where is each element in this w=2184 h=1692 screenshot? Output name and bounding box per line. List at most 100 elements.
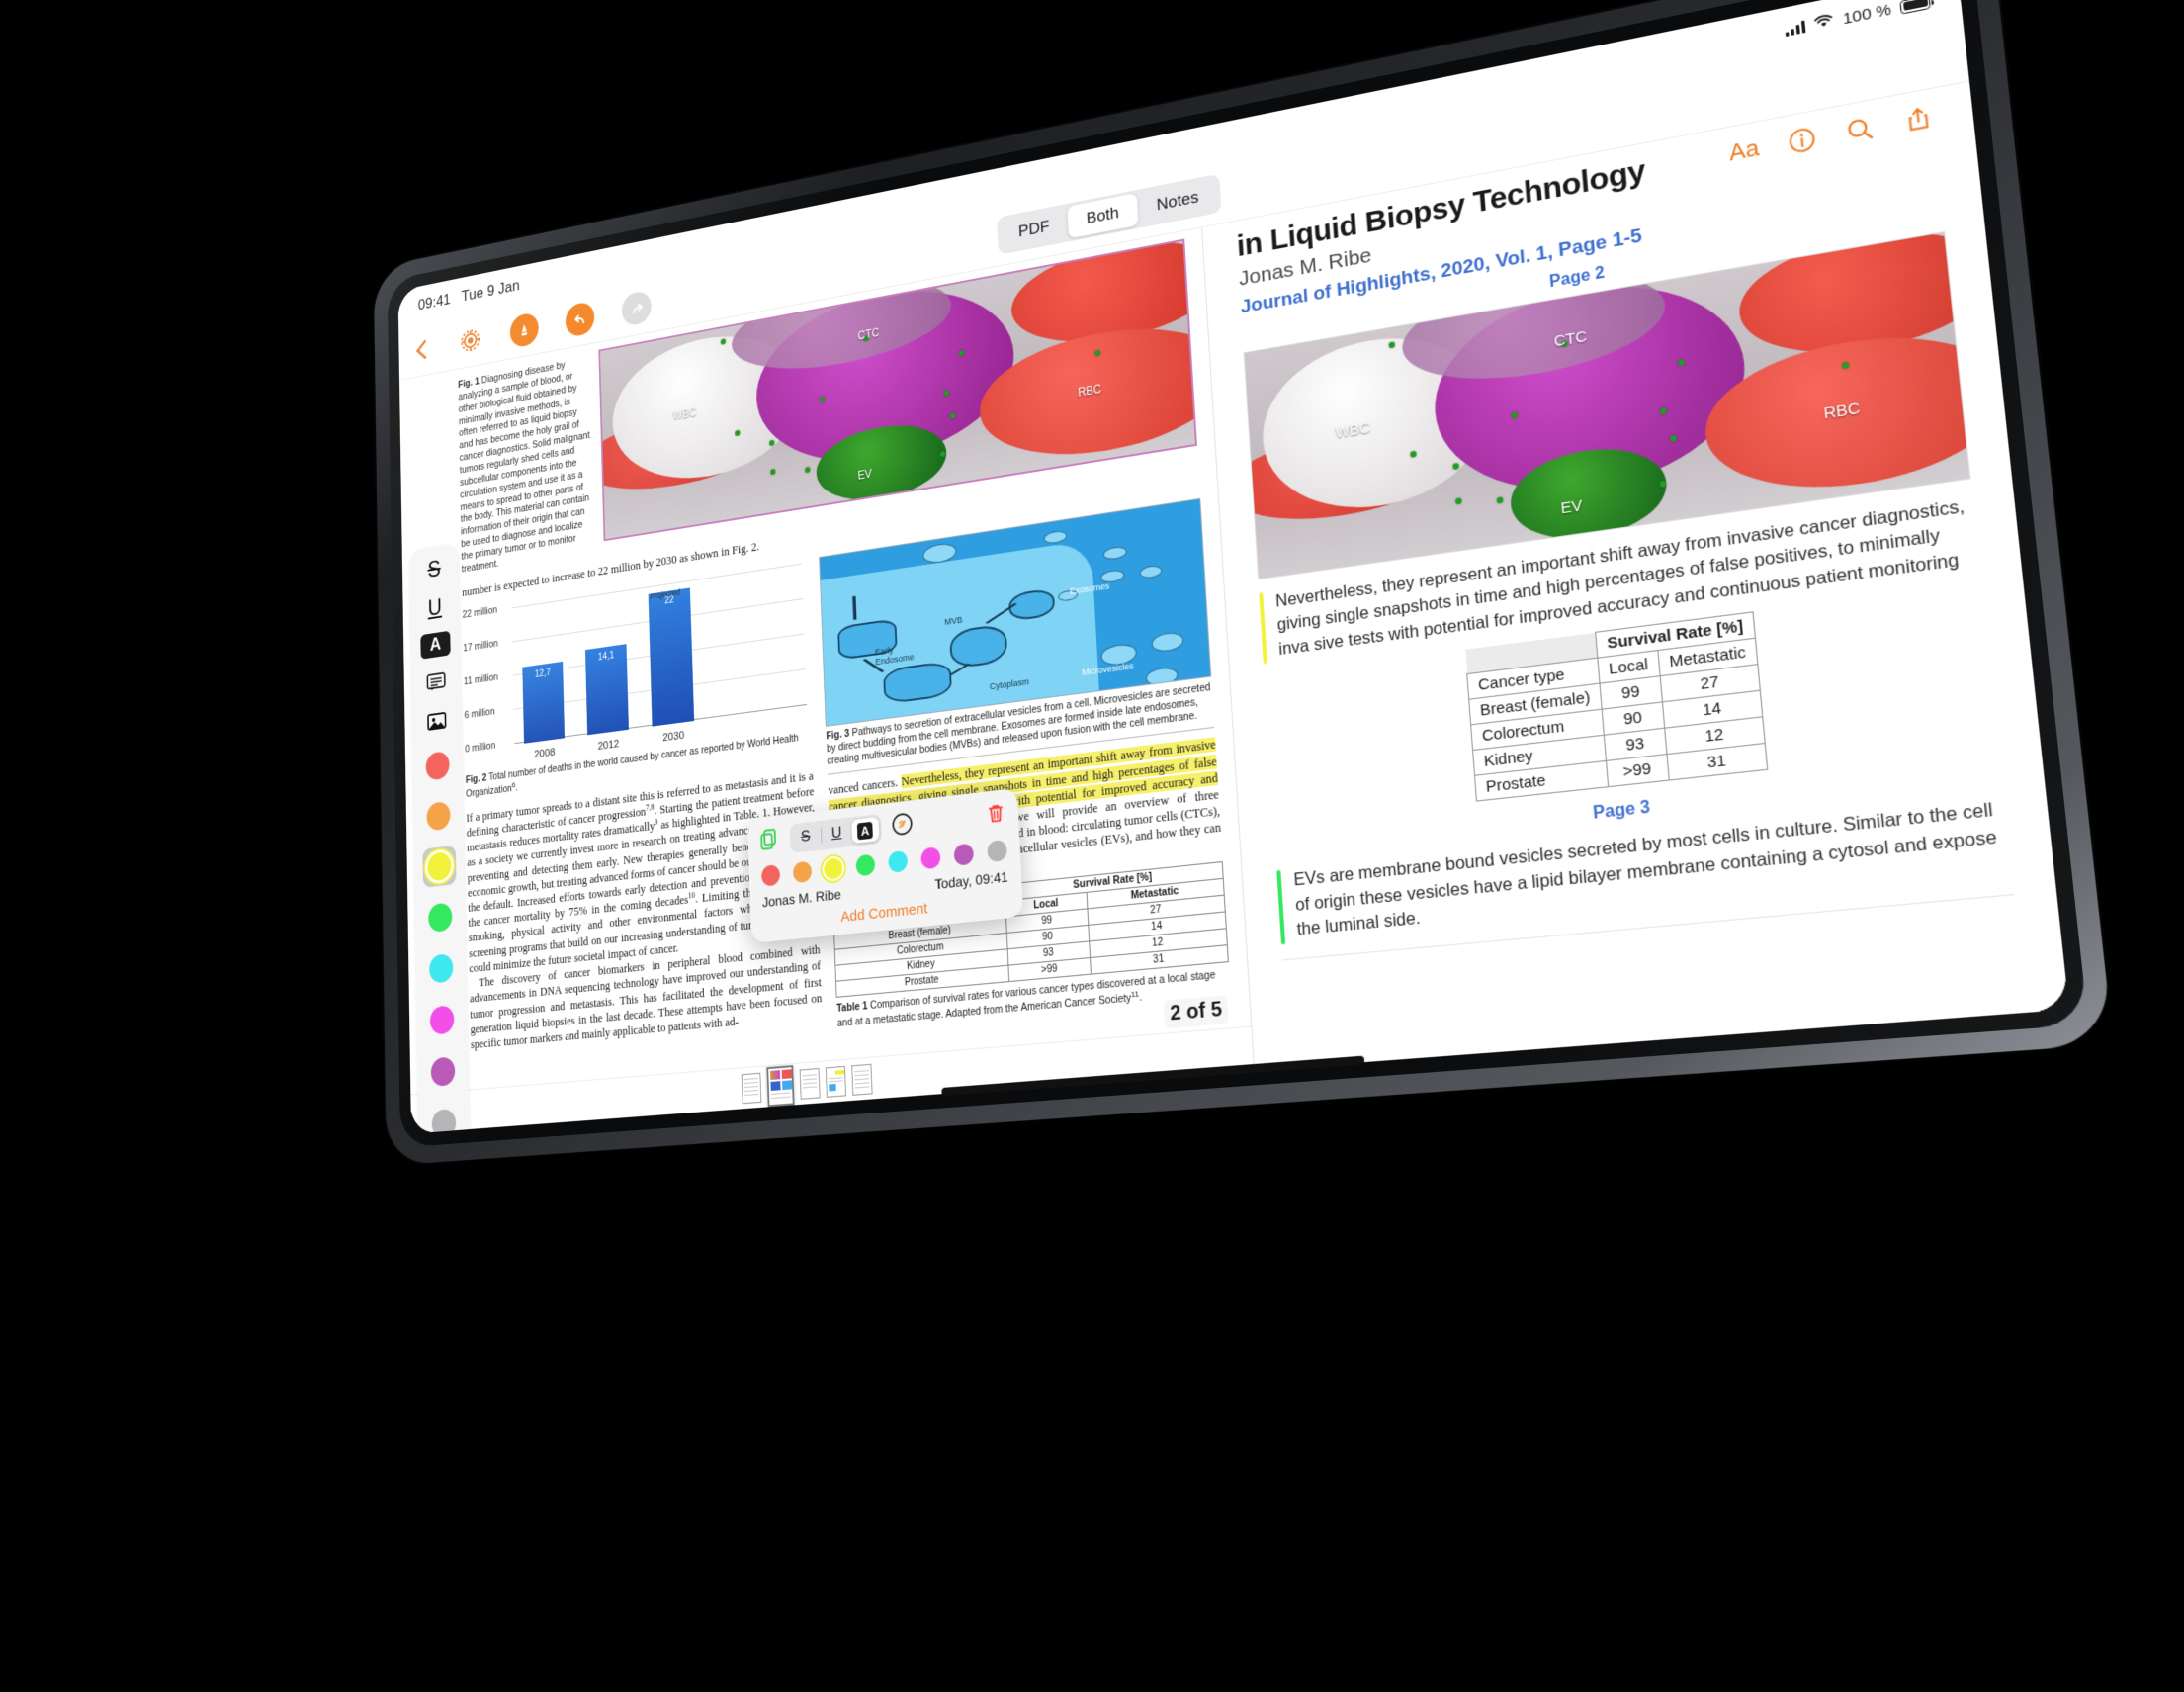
highlight-color-bar-yellow bbox=[1259, 591, 1268, 665]
popup-underline-button[interactable]: U bbox=[823, 821, 850, 847]
battery-percent: 100 % bbox=[1841, 0, 1892, 28]
chart-bar-2012: 14,1 bbox=[584, 643, 629, 735]
popup-color-gray[interactable] bbox=[986, 839, 1007, 862]
notes-highlight-yellow[interactable]: Nevertheless, they represent an importan… bbox=[1259, 493, 1981, 665]
color-swatch-magenta[interactable] bbox=[425, 999, 460, 1041]
popup-strikethrough-button[interactable]: S bbox=[792, 824, 820, 850]
figure-2-label: Fig. 2 bbox=[465, 772, 487, 786]
notes-table-group-header: Survival Rate [%] bbox=[1595, 612, 1756, 659]
page-thumbnail-4[interactable] bbox=[825, 1065, 847, 1098]
undo-icon bbox=[571, 308, 589, 329]
notes-table-row: Breast (female) 99 27 bbox=[1468, 664, 1761, 726]
redo-icon bbox=[628, 297, 646, 318]
comment-tool[interactable] bbox=[420, 667, 452, 698]
page-thumbnail-1[interactable] bbox=[741, 1072, 762, 1104]
chart-bar-value-2008: 12,7 bbox=[534, 667, 551, 680]
image-label-ev: EV bbox=[857, 466, 873, 483]
pdf-page[interactable]: Fig. 1 Diagnosing disease by analyzing a… bbox=[399, 227, 1252, 1094]
chart-ytick-0: 0 million bbox=[465, 739, 496, 756]
chart-bar-value-2012: 14,1 bbox=[597, 650, 615, 663]
popup-timestamp: Today, 09:41 bbox=[934, 867, 1008, 892]
settings-button[interactable] bbox=[457, 322, 483, 357]
popup-color-green[interactable] bbox=[855, 853, 876, 877]
pdf-table-group-header: Survival Rate [%] bbox=[1005, 861, 1224, 901]
color-swatch-cyan[interactable] bbox=[424, 947, 458, 990]
highlight-color-bar-green bbox=[1276, 870, 1286, 944]
notes-highlight-green[interactable]: EVs are membrane bound vesicles secreted… bbox=[1276, 797, 2013, 944]
notes-image-label-ev: EV bbox=[1559, 496, 1583, 518]
document-journal: Journal of Highlights, 2020, Vol. 1, Pag… bbox=[1240, 224, 1643, 318]
figure-1-caption-text: Diagnosing disease by analyzing a sample… bbox=[458, 359, 590, 576]
text-size-icon[interactable]: Aa bbox=[1728, 134, 1761, 167]
redo-button[interactable] bbox=[621, 289, 653, 327]
highlighter-button[interactable] bbox=[509, 311, 540, 349]
highlight-tool[interactable]: A bbox=[420, 630, 451, 660]
page-thumbnail-2[interactable] bbox=[766, 1064, 795, 1107]
popup-highlight-button[interactable]: A bbox=[850, 817, 880, 845]
notes-image-label-ctc: CTC bbox=[1553, 326, 1588, 351]
undo-button[interactable] bbox=[565, 300, 595, 338]
home-indicator[interactable] bbox=[941, 1055, 1365, 1097]
share-icon[interactable] bbox=[1902, 102, 1934, 134]
page-thumbnail-3[interactable] bbox=[799, 1067, 821, 1100]
notes-table-row: Prostate >99 31 bbox=[1474, 743, 1768, 802]
chevron-left-icon bbox=[416, 339, 434, 359]
device-bezel: 09:41 Tue 9 Jan 100 % PDF Both Notes S U… bbox=[387, 0, 2089, 1148]
chart-ytick-3: 17 million bbox=[463, 637, 498, 654]
notes-pane: in Liquid Biopsy Technology Jonas M. Rib… bbox=[1202, 81, 2069, 1071]
page-thumbnail-5[interactable] bbox=[851, 1063, 873, 1096]
figure-1-caption: Fig. 1 Diagnosing disease by analyzing a… bbox=[458, 352, 594, 577]
strikethrough-tool[interactable]: S bbox=[418, 554, 450, 585]
color-swatch-green[interactable] bbox=[423, 896, 457, 938]
color-swatch-orange[interactable] bbox=[421, 795, 455, 838]
color-swatch-purple[interactable] bbox=[426, 1050, 461, 1093]
search-icon[interactable] bbox=[1844, 114, 1875, 145]
notes-highlight-text-2: EVs are membrane bound vesicles secreted… bbox=[1293, 800, 1998, 939]
popup-format-group[interactable]: S U A bbox=[789, 813, 883, 854]
copy-icon[interactable] bbox=[758, 825, 782, 857]
info-icon[interactable] bbox=[1787, 125, 1817, 156]
popup-color-purple[interactable] bbox=[953, 843, 974, 866]
chart-ytick-4: 22 million bbox=[462, 603, 498, 621]
figure-3-label: Fig. 3 bbox=[826, 728, 850, 743]
chart-ytick-2: 11 million bbox=[463, 670, 498, 687]
highlighter-icon bbox=[521, 323, 528, 336]
notes-table-header-cancer-type: Cancer type bbox=[1467, 658, 1600, 700]
table-1-label: Table 1 bbox=[836, 1000, 868, 1015]
table-1-caption-ref: 11 bbox=[1130, 989, 1140, 1000]
trash-icon[interactable] bbox=[984, 800, 1007, 832]
notes-figure-image: WBC CTC RBC EV bbox=[1243, 230, 1971, 580]
color-swatch-gray[interactable] bbox=[427, 1103, 462, 1134]
notes-image-label-wbc: WBC bbox=[1334, 418, 1371, 442]
image-tool[interactable] bbox=[421, 705, 453, 737]
gear-icon bbox=[457, 322, 483, 357]
popup-divider bbox=[820, 827, 823, 844]
chart-bar-2030: 22 bbox=[648, 587, 695, 727]
figure-2-caption-ref: 6 bbox=[511, 780, 516, 790]
page-title: in Liquid Biopsy Technology bbox=[1236, 153, 1647, 264]
link-icon[interactable] bbox=[890, 810, 915, 844]
status-time: 09:41 bbox=[417, 290, 451, 313]
pdf-table-header-2: Metastatic bbox=[1086, 878, 1225, 909]
underline-tool[interactable]: U bbox=[419, 592, 451, 624]
notes-table-header-metastatic: Metastatic bbox=[1657, 638, 1758, 677]
chart-xtick-2012: 2012 bbox=[597, 738, 620, 753]
wifi-icon bbox=[1814, 12, 1835, 34]
notes-table-row: Colorectum 90 14 bbox=[1470, 690, 1763, 751]
notes-survival-table: Survival Rate [%] Cancer type Local Meta… bbox=[1465, 612, 1769, 802]
status-date: Tue 9 Jan bbox=[461, 276, 520, 306]
popup-color-yellow[interactable] bbox=[824, 856, 844, 880]
popup-color-cyan[interactable] bbox=[888, 849, 909, 873]
color-swatch-red[interactable] bbox=[421, 745, 455, 787]
notes-divider bbox=[1282, 893, 2015, 960]
popup-color-magenta[interactable] bbox=[920, 846, 941, 870]
pdf-pane: S U A Fig. 1 Diagnosing disease by analy… bbox=[399, 227, 1256, 1134]
back-button[interactable] bbox=[415, 339, 434, 359]
page-indicator: 2 of 5 bbox=[1163, 995, 1229, 1029]
notes-table-blank-cell bbox=[1465, 632, 1598, 674]
notes-highlight-text-1: Nevertheless, they represent an importan… bbox=[1274, 496, 1966, 660]
document-author: Jonas M. Ribe bbox=[1238, 243, 1373, 291]
color-swatch-yellow[interactable] bbox=[422, 845, 457, 888]
popup-color-red[interactable] bbox=[760, 863, 780, 887]
popup-color-orange[interactable] bbox=[792, 860, 812, 883]
